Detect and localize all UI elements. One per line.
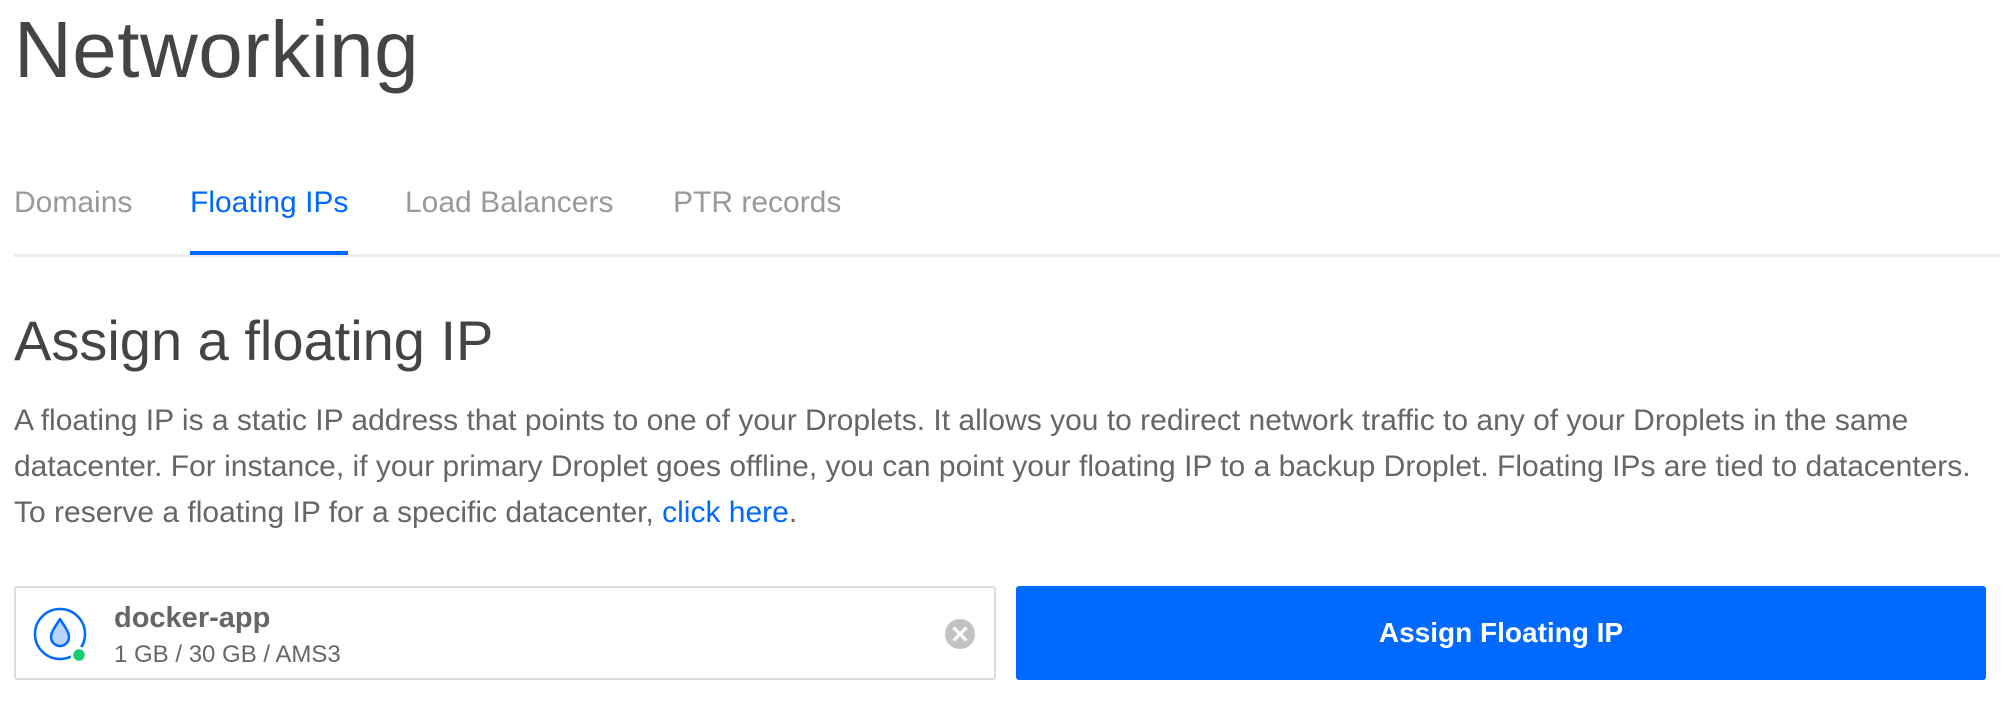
page-title: Networking <box>14 5 420 94</box>
description-text: A floating IP is a static IP address tha… <box>14 404 1971 529</box>
droplet-name: docker-app <box>114 602 271 634</box>
click-here-link[interactable]: click here <box>662 496 789 529</box>
droplet-select[interactable]: docker-app 1 GB / 30 GB / AMS3 <box>14 586 996 680</box>
clear-icon[interactable] <box>944 618 976 650</box>
droplet-meta: 1 GB / 30 GB / AMS3 <box>114 641 341 668</box>
section-title: Assign a floating IP <box>14 309 494 372</box>
tab-domains[interactable]: Domains <box>14 176 132 254</box>
tab-ptr-records[interactable]: PTR records <box>673 176 841 254</box>
networking-tabs: Domains Floating IPs Load Balancers PTR … <box>14 176 2000 257</box>
tab-load-balancers[interactable]: Load Balancers <box>405 176 613 254</box>
tab-floating-ips[interactable]: Floating IPs <box>190 176 349 255</box>
networking-page: Networking Domains Floating IPs Load Bal… <box>0 0 2010 724</box>
assign-floating-ip-button[interactable]: Assign Floating IP <box>1016 586 1986 680</box>
droplet-icon <box>32 606 88 664</box>
floating-ip-description: A floating IP is a static IP address tha… <box>14 398 2000 536</box>
description-end: . <box>788 496 798 529</box>
